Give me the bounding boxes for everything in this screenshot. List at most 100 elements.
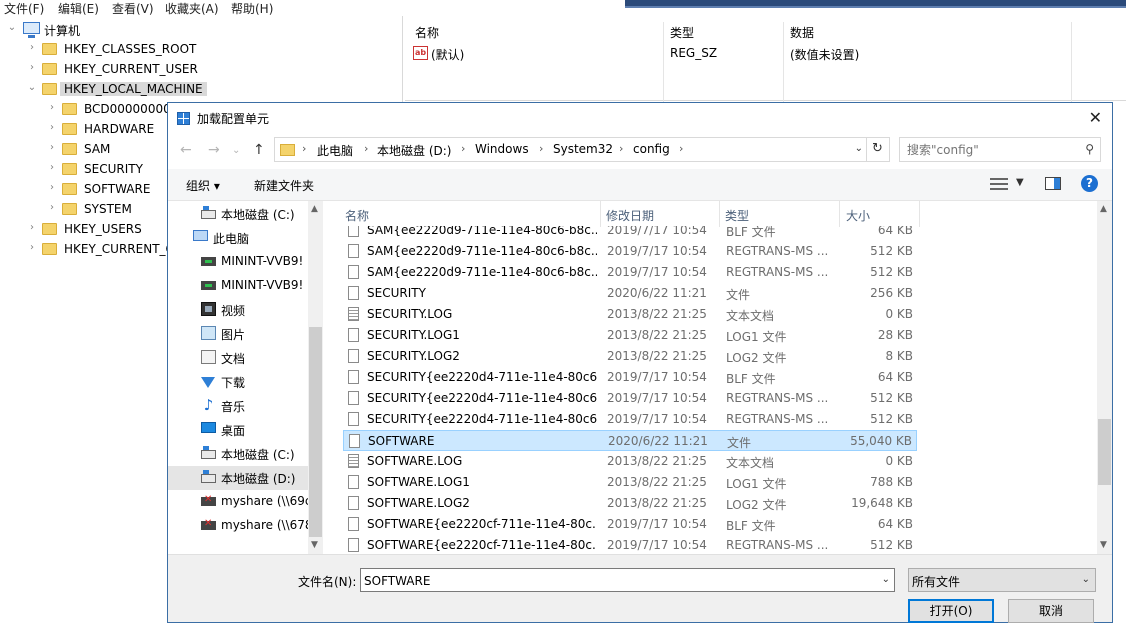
nav-item[interactable]: 本地磁盘 (C:) (168, 442, 323, 466)
nav-item[interactable]: 本地磁盘 (D:) (168, 466, 323, 490)
menu-favorites[interactable]: 收藏夹(A) (165, 0, 219, 17)
column-divider[interactable] (919, 201, 920, 227)
chevron-right-icon[interactable]: › (46, 122, 58, 133)
breadcrumb-separator-icon[interactable]: › (539, 142, 543, 155)
breadcrumb-separator-icon[interactable]: › (461, 142, 465, 155)
scrollbar-thumb[interactable] (1098, 419, 1111, 485)
breadcrumb-this-pc[interactable]: 此电脑 (317, 142, 353, 159)
nav-item[interactable]: MININT-VVB9! (168, 250, 323, 274)
nav-item[interactable]: 本地磁盘 (C:) (168, 202, 323, 226)
tree-node[interactable]: › HKEY_CLASSES_ROOT (26, 40, 400, 60)
file-row[interactable]: SOFTWARE.LOG2 2013/8/22 21:25 LOG2 文件 19,64… (343, 493, 917, 514)
nav-item[interactable]: 下载 (168, 370, 323, 394)
close-icon[interactable]: ✕ (1089, 108, 1102, 127)
nav-item[interactable]: 视频 (168, 298, 323, 322)
file-row[interactable]: SECURITY.LOG2 2013/8/22 21:25 LOG2 文件 8 KB (343, 346, 917, 367)
back-arrow-icon[interactable]: ← (180, 142, 192, 158)
chevron-down-icon[interactable]: ⌄ (882, 574, 890, 585)
column-divider[interactable] (600, 201, 601, 227)
up-arrow-icon[interactable]: ↑ (253, 142, 265, 158)
scroll-down-icon[interactable]: ▼ (311, 540, 318, 550)
column-divider[interactable] (839, 201, 840, 227)
scrollbar-thumb[interactable] (309, 327, 322, 537)
organize-button[interactable]: 组织 ▾ (186, 177, 220, 194)
menu-view[interactable]: 查看(V) (112, 0, 154, 17)
tree-node-computer[interactable]: ⌄ 计算机 (6, 20, 206, 40)
file-row[interactable]: SOFTWARE.LOG1 2013/8/22 21:25 LOG1 文件 788 K… (343, 472, 917, 493)
column-type[interactable]: 类型 (725, 207, 749, 224)
new-folder-button[interactable]: 新建文件夹 (254, 177, 314, 194)
nav-item[interactable]: 桌面 (168, 418, 323, 442)
filetype-select[interactable]: 所有文件 ⌄ (908, 568, 1096, 592)
breadcrumb-system32[interactable]: System32 (553, 142, 613, 156)
address-bar[interactable]: › 此电脑 › 本地磁盘 (D:) › Windows › System32 ›… (274, 137, 890, 162)
recent-locations-chevron-icon[interactable]: ⌄ (232, 145, 240, 156)
help-icon[interactable]: ? (1081, 175, 1098, 192)
refresh-icon[interactable]: ↻ (866, 137, 888, 162)
column-name[interactable]: 名称 (345, 207, 369, 224)
nav-item[interactable]: myshare (\\678 (168, 514, 323, 538)
view-details-icon[interactable] (990, 178, 1008, 191)
file-row[interactable]: SECURITY.LOG1 2013/8/22 21:25 LOG1 文件 28 KB (343, 325, 917, 346)
chevron-right-icon[interactable]: › (26, 42, 38, 53)
column-name[interactable]: 名称 (415, 24, 439, 41)
file-row[interactable]: SAM{ee2220d9-711e-11e4-80c6-b8c... 2019/7… (343, 226, 917, 241)
forward-arrow-icon[interactable]: → (208, 142, 220, 158)
file-row[interactable]: SOFTWARE.LOG 2013/8/22 21:25 文本文档 0 KB (343, 451, 917, 472)
menu-help[interactable]: 帮助(H) (231, 0, 273, 17)
chevron-right-icon[interactable]: › (46, 202, 58, 213)
file-row[interactable]: SOFTWARE{ee2220cf-711e-11e4-80c... 2019/7… (343, 514, 917, 535)
nav-item[interactable]: MININT-VVB9! (168, 274, 323, 298)
file-list-scrollbar[interactable]: ▲ ▼ (1097, 201, 1112, 554)
file-row[interactable]: SECURITY{ee2220d4-711e-11e4-80c6... 2019/… (343, 367, 917, 388)
cancel-button[interactable]: 取消 (1008, 599, 1094, 623)
chevron-down-icon[interactable]: ⌄ (855, 143, 863, 154)
nav-item[interactable]: 此电脑 (168, 226, 323, 250)
file-row[interactable]: SOFTWARE 2020/6/22 11:21 文件 55,040 KB (343, 430, 917, 451)
view-dropdown-icon[interactable]: ▼ (1016, 177, 1024, 188)
breadcrumb-config[interactable]: config (633, 142, 670, 156)
breadcrumb-windows[interactable]: Windows (475, 142, 529, 156)
file-row[interactable]: SECURITY{ee2220d4-711e-11e4-80c6... 2019/… (343, 409, 917, 430)
column-divider[interactable] (719, 201, 720, 227)
file-row[interactable]: SECURITY{ee2220d4-711e-11e4-80c6... 2019/… (343, 388, 917, 409)
navigation-scrollbar[interactable]: ▲ ▼ (308, 201, 323, 554)
breadcrumb-separator-icon[interactable]: › (619, 142, 623, 155)
nav-item[interactable]: 文档 (168, 346, 323, 370)
column-size[interactable]: 大小 (846, 207, 870, 224)
breadcrumb-separator-icon[interactable]: › (364, 142, 368, 155)
breadcrumb-separator-icon[interactable]: › (679, 142, 683, 155)
chevron-right-icon[interactable]: › (46, 102, 58, 113)
file-row[interactable]: SAM{ee2220d9-711e-11e4-80c6-b8c... 2019/7… (343, 262, 917, 283)
menu-edit[interactable]: 编辑(E) (58, 0, 99, 17)
file-row[interactable]: SOFTWARE{ee2220cf-711e-11e4-80c... 2019/7… (343, 535, 917, 554)
chevron-down-icon[interactable]: ⌄ (6, 22, 18, 33)
file-row[interactable]: SECURITY 2020/6/22 11:21 文件 256 KB (343, 283, 917, 304)
column-date[interactable]: 修改日期 (606, 207, 654, 224)
chevron-right-icon[interactable]: › (26, 242, 38, 253)
value-name[interactable]: (默认) (431, 46, 464, 63)
filename-input[interactable] (364, 572, 864, 589)
tree-node[interactable]: ⌄ HKEY_LOCAL_MACHINE (26, 80, 400, 100)
chevron-down-icon[interactable]: ⌄ (1082, 574, 1090, 585)
column-type[interactable]: 类型 (670, 24, 694, 41)
scroll-up-icon[interactable]: ▲ (1100, 204, 1107, 214)
nav-item[interactable]: 图片 (168, 322, 323, 346)
breadcrumb-drive-d[interactable]: 本地磁盘 (D:) (377, 142, 451, 159)
chevron-down-icon[interactable]: ⌄ (26, 82, 38, 93)
filename-combobox[interactable]: ⌄ (360, 568, 895, 592)
column-data[interactable]: 数据 (790, 24, 814, 41)
open-button[interactable]: 打开(O) (908, 599, 994, 623)
tree-node[interactable]: › HKEY_CURRENT_USER (26, 60, 400, 80)
breadcrumb-separator-icon[interactable]: › (302, 142, 306, 155)
search-input[interactable] (907, 141, 1077, 159)
nav-item[interactable]: ♪ 音乐 (168, 394, 323, 418)
chevron-right-icon[interactable]: › (26, 62, 38, 73)
file-row[interactable]: SECURITY.LOG 2013/8/22 21:25 文本文档 0 KB (343, 304, 917, 325)
chevron-right-icon[interactable]: › (46, 182, 58, 193)
search-icon[interactable]: ⚲ (1085, 142, 1094, 156)
scroll-up-icon[interactable]: ▲ (311, 204, 318, 214)
chevron-right-icon[interactable]: › (46, 162, 58, 173)
scroll-down-icon[interactable]: ▼ (1100, 540, 1107, 550)
file-row[interactable]: SAM{ee2220d9-711e-11e4-80c6-b8c... 2019/7… (343, 241, 917, 262)
